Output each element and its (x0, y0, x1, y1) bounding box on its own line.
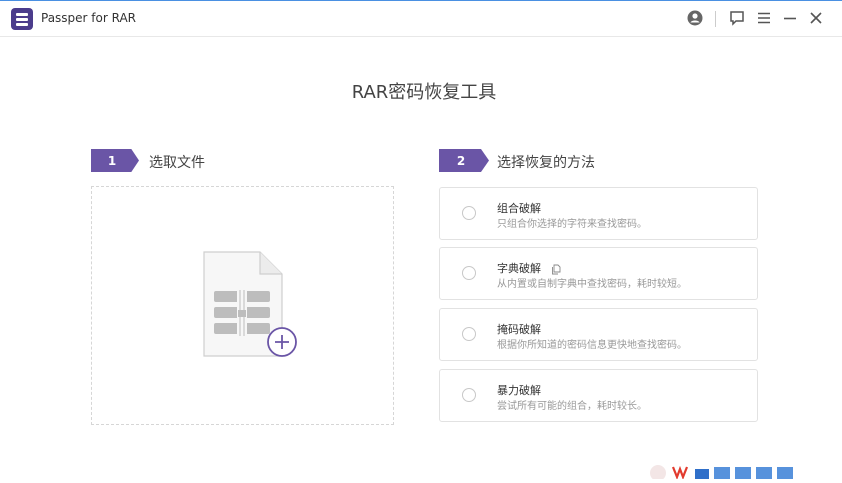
method-brute-force[interactable]: 暴力破解 尝试所有可能的组合，耗时较长。 (439, 369, 758, 422)
account-icon[interactable] (686, 9, 704, 27)
method-title: 字典破解 (497, 262, 541, 275)
minimize-icon[interactable] (781, 9, 799, 27)
window-title: Passper for RAR (41, 11, 137, 25)
radio-combination[interactable] (462, 206, 476, 220)
file-drop-zone[interactable] (91, 186, 394, 425)
radio-mask[interactable] (462, 327, 476, 341)
rar-file-add-icon[interactable] (202, 250, 302, 360)
method-dictionary[interactable]: 字典破解 从内置或自制字典中查找密码，耗时较短。 (439, 247, 758, 300)
step-1-number: 1 (107, 153, 117, 168)
page-title: RAR密码恢复工具 (351, 82, 497, 103)
title-bar: Passper for RAR (0, 0, 842, 37)
method-title: 暴力破解 (497, 384, 541, 397)
close-icon[interactable] (807, 9, 825, 27)
step-2-badge: 2 (439, 149, 489, 172)
method-mask[interactable]: 掩码破解 根据你所知道的密码信息更快地查找密码。 (439, 308, 758, 361)
app-logo-icon (11, 8, 33, 30)
radio-dictionary[interactable] (462, 266, 476, 280)
feedback-icon[interactable] (728, 9, 746, 27)
method-title-wrap: 字典破解 (497, 260, 562, 276)
step-2-label: 选择恢复的方法 (497, 155, 595, 171)
method-title: 组合破解 (497, 202, 541, 215)
method-combination[interactable]: 组合破解 只组合你选择的字符来查找密码。 (439, 187, 758, 240)
step-1-badge: 1 (91, 149, 139, 172)
method-description: 从内置或自制字典中查找密码，耗时较短。 (497, 279, 687, 290)
method-title: 掩码破解 (497, 323, 541, 336)
titlebar-divider (715, 11, 716, 27)
radio-brute-force[interactable] (462, 388, 476, 402)
method-description: 根据你所知道的密码信息更快地查找密码。 (497, 340, 687, 351)
step-2-number: 2 (456, 153, 466, 168)
menu-icon[interactable] (755, 9, 773, 27)
method-description: 只组合你选择的字符来查找密码。 (497, 219, 647, 230)
step-1-label: 选取文件 (149, 155, 205, 171)
method-description: 尝试所有可能的组合，耗时较长。 (497, 401, 647, 412)
copy-icon[interactable] (551, 264, 562, 275)
